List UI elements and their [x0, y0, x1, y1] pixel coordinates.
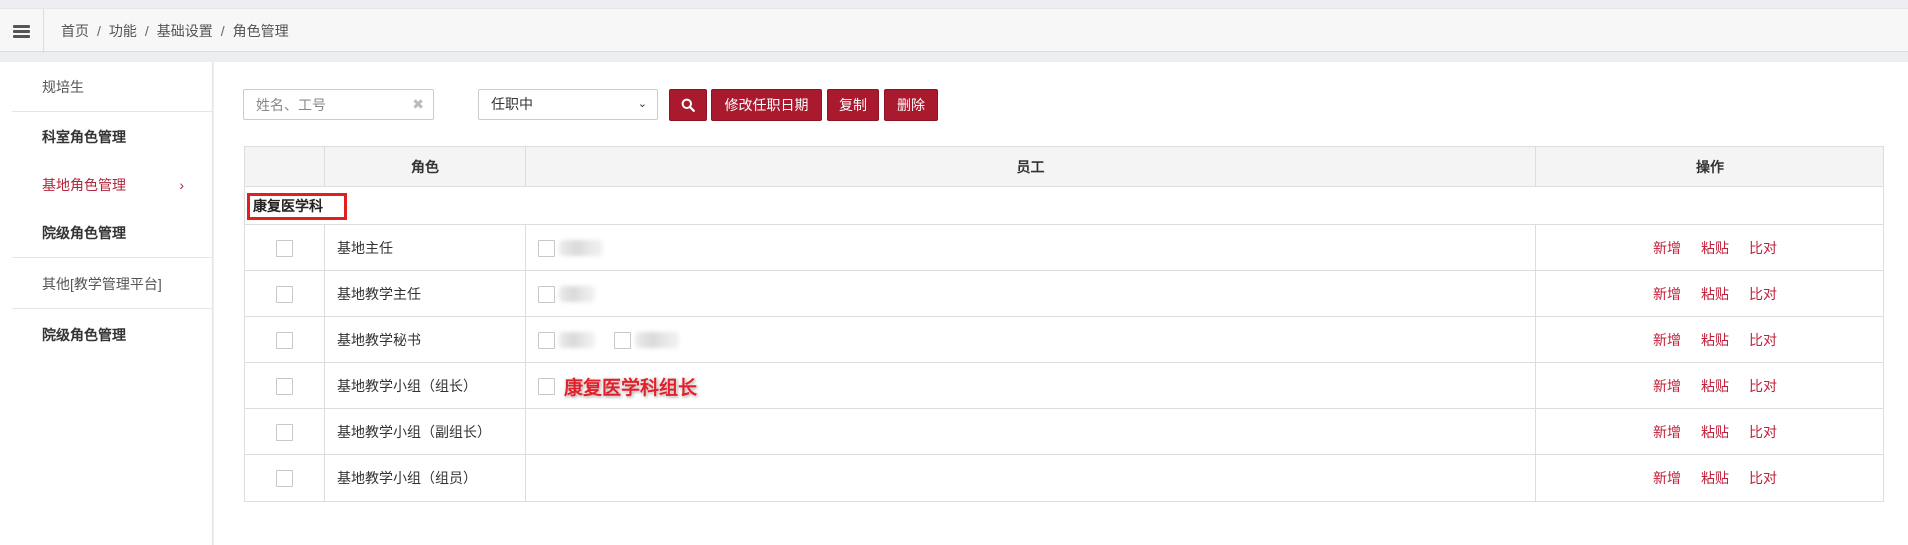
delete-button[interactable]: 删除 — [884, 89, 938, 121]
staff-checkbox[interactable] — [614, 331, 631, 349]
breadcrumb-separator: / — [220, 23, 225, 39]
chevron-right-icon: › — [179, 177, 184, 193]
compare-link[interactable]: 比对 — [1749, 238, 1777, 258]
sidebar-item-label: 科室角色管理 — [42, 129, 126, 145]
paste-link[interactable]: 粘贴 — [1701, 468, 1729, 488]
search-button[interactable] — [669, 89, 707, 121]
row-checkbox[interactable] — [276, 286, 293, 303]
breadcrumb-separator: / — [97, 23, 101, 39]
table-row: 基地教学主任 新增 粘贴 比对 — [245, 271, 1883, 317]
compare-link[interactable]: 比对 — [1749, 376, 1777, 396]
staff-chip[interactable] — [538, 238, 603, 258]
header-check-col — [245, 147, 324, 187]
staff-chip[interactable] — [538, 330, 595, 350]
sidebar-item-base-roles[interactable]: 基地角色管理 › — [12, 160, 212, 210]
top-bar: 首页 / 功能 / 基础设置 / 角色管理 — [0, 8, 1908, 53]
add-link[interactable]: 新增 — [1653, 238, 1681, 258]
sidebar-item-label: 规培生 — [42, 79, 84, 95]
header-role: 角色 — [324, 147, 525, 187]
blurred-name — [559, 332, 595, 348]
breadcrumb-function[interactable]: 功能 — [109, 21, 137, 41]
add-link[interactable]: 新增 — [1653, 284, 1681, 304]
add-link[interactable]: 新增 — [1653, 330, 1681, 350]
role-name: 基地教学小组（组长） — [324, 363, 525, 409]
breadcrumb-home[interactable]: 首页 — [61, 21, 89, 41]
search-box: ✖ — [243, 89, 434, 120]
role-name: 基地主任 — [324, 225, 525, 271]
sidebar-item-dept-roles[interactable]: 科室角色管理 — [12, 112, 212, 162]
compare-link[interactable]: 比对 — [1749, 468, 1777, 488]
add-link[interactable]: 新增 — [1653, 376, 1681, 396]
sidebar-item-label: 院级角色管理 — [42, 327, 126, 343]
status-select[interactable]: 任职中 ⌄ — [478, 89, 658, 120]
sidebar-item-other-platform[interactable]: 其他[教学管理平台] — [12, 259, 212, 309]
table-row: 基地教学小组（组长） 康复医学科组长 新增 粘贴 比对 — [245, 363, 1883, 409]
breadcrumb-separator: / — [144, 23, 149, 39]
compare-link[interactable]: 比对 — [1749, 330, 1777, 350]
paste-link[interactable]: 粘贴 — [1701, 376, 1729, 396]
add-link[interactable]: 新增 — [1653, 468, 1681, 488]
sidebar-item-label: 其他[教学管理平台] — [42, 276, 162, 292]
staff-checkbox[interactable] — [538, 331, 555, 349]
blurred-name — [559, 286, 595, 302]
annotation-label: 康复医学科组长 — [564, 378, 698, 399]
main-content: ✖ 任职中 ⌄ 修改任职日期 复制 删除 角色 员工 操作 康复医学科 基地主任… — [214, 62, 1908, 545]
role-table: 角色 员工 操作 康复医学科 基地主任 新增 粘贴 比对 基地教学主任 新增 粘… — [244, 146, 1884, 502]
add-link[interactable]: 新增 — [1653, 422, 1681, 442]
table-header: 角色 员工 操作 — [245, 147, 1883, 187]
row-checkbox[interactable] — [276, 332, 293, 349]
modify-date-button[interactable]: 修改任职日期 — [711, 89, 822, 121]
role-name: 基地教学秘书 — [324, 317, 525, 363]
row-checkbox[interactable] — [276, 424, 293, 441]
staff-chip[interactable] — [538, 376, 559, 396]
staff-chip[interactable] — [614, 330, 679, 350]
table-row: 基地教学秘书 新增 粘贴 比对 — [245, 317, 1883, 363]
paste-link[interactable]: 粘贴 — [1701, 284, 1729, 304]
search-input[interactable] — [244, 90, 404, 119]
chevron-down-icon: ⌄ — [637, 98, 647, 110]
role-name: 基地教学小组（组员） — [324, 455, 525, 501]
header-staff: 员工 — [525, 147, 1535, 187]
search-icon — [681, 98, 695, 112]
table-row: 基地教学小组（组员） 新增 粘贴 比对 — [245, 455, 1883, 501]
breadcrumb-basic-settings[interactable]: 基础设置 — [157, 21, 213, 41]
header-ops: 操作 — [1535, 147, 1884, 187]
blurred-name — [635, 332, 679, 348]
sidebar: 规培生 科室角色管理 基地角色管理 › 院级角色管理 其他[教学管理平台] 院级角… — [0, 62, 213, 545]
paste-link[interactable]: 粘贴 — [1701, 238, 1729, 258]
table-row: 基地主任 新增 粘贴 比对 — [245, 225, 1883, 271]
role-name: 基地教学小组（副组长） — [324, 409, 525, 455]
sidebar-item-label: 院级角色管理 — [42, 225, 126, 241]
status-select-value: 任职中 — [491, 96, 533, 112]
compare-link[interactable]: 比对 — [1749, 422, 1777, 442]
staff-chip[interactable] — [538, 284, 595, 304]
row-checkbox[interactable] — [276, 378, 293, 395]
blurred-name — [559, 240, 603, 256]
copy-button[interactable]: 复制 — [827, 89, 879, 121]
staff-checkbox[interactable] — [538, 377, 555, 395]
table-row: 基地教学小组（副组长） 新增 粘贴 比对 — [245, 409, 1883, 455]
highlight-box — [247, 193, 347, 220]
sidebar-item-hospital-roles-2[interactable]: 院级角色管理 — [12, 310, 212, 360]
row-checkbox[interactable] — [276, 470, 293, 487]
staff-checkbox[interactable] — [538, 285, 555, 303]
sidebar-item-label: 基地角色管理 — [42, 177, 126, 193]
row-checkbox[interactable] — [276, 240, 293, 257]
paste-link[interactable]: 粘贴 — [1701, 422, 1729, 442]
group-row: 康复医学科 — [245, 187, 1883, 225]
menu-toggle-button[interactable] — [0, 9, 44, 53]
breadcrumb-current: 角色管理 — [232, 23, 289, 39]
paste-link[interactable]: 粘贴 — [1701, 330, 1729, 350]
staff-checkbox[interactable] — [538, 239, 555, 257]
compare-link[interactable]: 比对 — [1749, 284, 1777, 304]
role-name: 基地教学主任 — [324, 271, 525, 317]
breadcrumb: 首页 / 功能 / 基础设置 / 角色管理 — [61, 9, 289, 53]
hamburger-icon — [13, 24, 30, 38]
clear-icon[interactable]: ✖ — [412, 96, 424, 113]
sidebar-item-trainees[interactable]: 规培生 — [12, 62, 212, 112]
sidebar-item-hospital-roles[interactable]: 院级角色管理 — [12, 208, 212, 258]
